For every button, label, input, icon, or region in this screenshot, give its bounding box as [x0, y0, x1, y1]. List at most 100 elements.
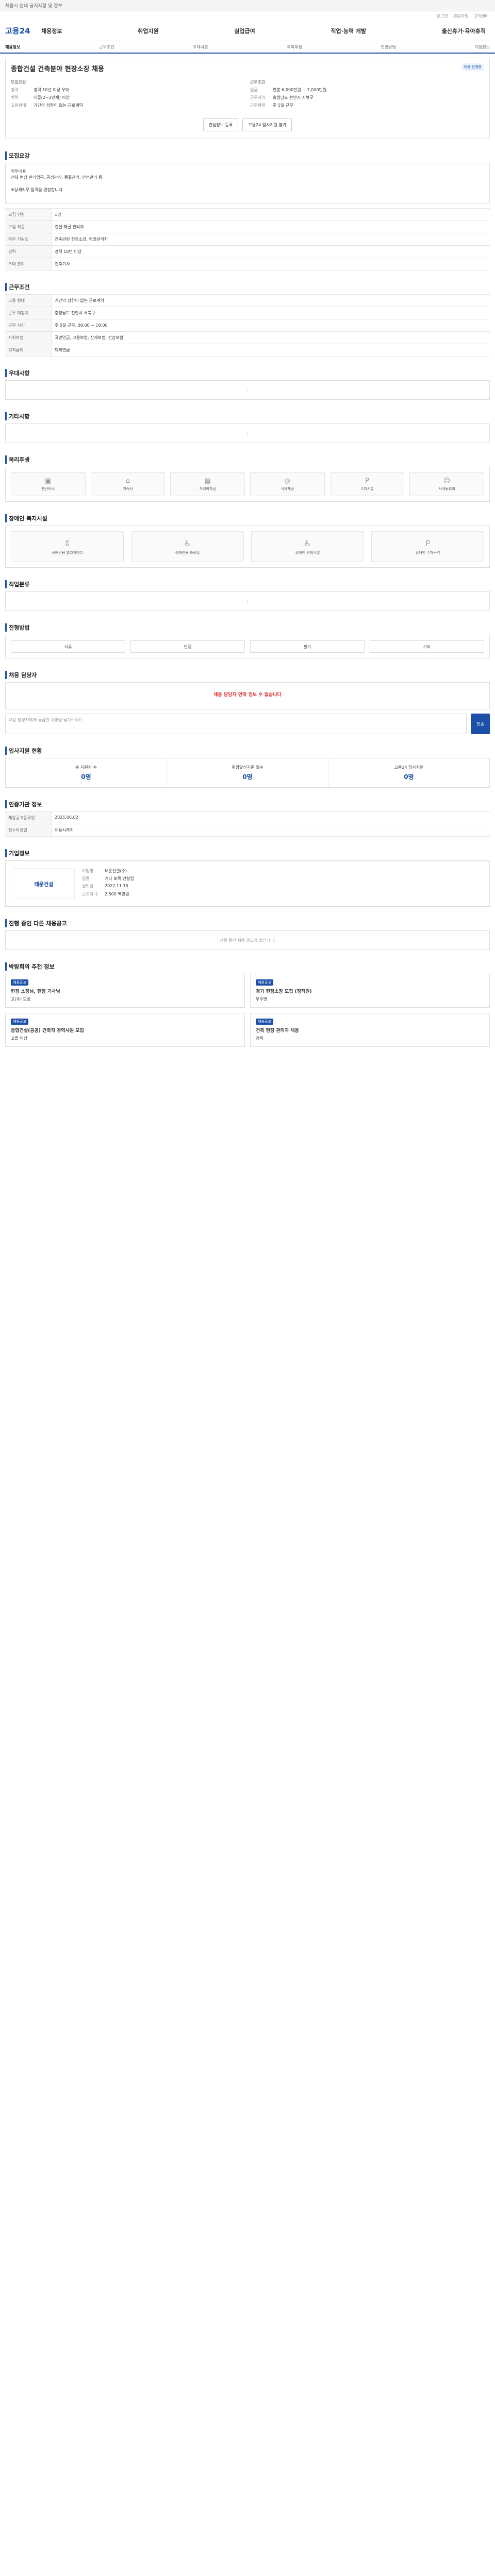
tab-pref[interactable]: 우대사항 — [193, 44, 208, 50]
company-box: 태운건설 기업명 태운건설(주) 업종 기타 토목 건설업 설립일 2022.11.1… — [5, 860, 490, 907]
section-pref-title: 우대사항 — [5, 369, 490, 377]
signup-link[interactable]: 회원가입 — [453, 13, 468, 19]
tile-label: 통근버스 — [41, 487, 55, 491]
global-nav: 고용24 채용정보 취업지원 실업급여 직업·능력 개발 출산휴가·육아휴직 — [0, 21, 495, 41]
bus-icon: ▣ — [45, 477, 52, 485]
scrap-button[interactable]: 관심정보 등록 — [203, 118, 239, 131]
rec-tag: 채용공고 — [256, 979, 273, 986]
utility-nav: 로그인 회원가입 고객센터 — [0, 11, 495, 21]
stat-item: 총 지원자 수 0명 — [6, 758, 167, 787]
help-link[interactable]: 고객센터 — [474, 13, 489, 19]
gnb-item-training[interactable]: 직업·능력 개발 — [331, 27, 366, 35]
disability-tile: ♿ 장애인용 화장실 — [131, 531, 244, 562]
section-welfare-title: 복리후생 — [5, 455, 490, 464]
how-tab: 필기 — [250, 640, 365, 653]
rec-tag: 채용공고 — [11, 1019, 28, 1025]
section-company-title: 기업정보 — [5, 849, 490, 857]
kv-key: 업종 — [82, 876, 90, 881]
row-th: 근무 시간 — [5, 319, 52, 331]
stat-label: 총 지원자 수 — [75, 765, 97, 770]
kv-key: 기업명 — [82, 869, 94, 873]
row-td: 1명 — [55, 212, 61, 217]
how-tab: 면접 — [130, 640, 245, 653]
etc-box: - — [5, 423, 490, 443]
login-link[interactable]: 로그인 — [437, 13, 448, 19]
recommend-card[interactable]: 채용공고 건축 현장 관리자 채용 경력 — [250, 1013, 490, 1047]
site-logo[interactable]: 고용24 — [5, 25, 41, 36]
row-th: 접수마감일 — [5, 824, 52, 836]
chat-send-button[interactable]: 전송 — [471, 714, 490, 734]
how-tab: 기타 — [370, 640, 484, 653]
parking-icon: P — [425, 538, 431, 548]
row-td: 경력 10년 이상 — [55, 249, 82, 254]
how-tabs: 서류 면접 필기 기타 — [5, 635, 490, 658]
row-th: 근무 예정지 — [5, 307, 52, 319]
tile-label: 기숙사 — [123, 487, 133, 491]
tab-how[interactable]: 전형방법 — [381, 44, 395, 50]
welfare-tiles: ▣ 통근버스 ⌂ 기숙사 ▤ 자녀학자금 ◍ 식사제공 P 주차시설 ☺ 사내동호회 — [5, 467, 490, 502]
section-other-title: 진행 중인 다른 채용공고 — [5, 919, 490, 927]
welfare-tile: ☺ 사내동호회 — [409, 472, 484, 496]
gnb-item-support[interactable]: 취업지원 — [138, 27, 158, 35]
stat-label: 취업알선기준 일수 — [232, 765, 263, 770]
kv-val: 경력 10년 이상 우대 — [34, 88, 70, 92]
recommend-card[interactable]: 채용공고종합건설(공공) 건축직 경력사원 모집고졸 이상 — [5, 1013, 245, 1047]
book-icon: ▤ — [204, 477, 211, 485]
stat-label: 고용24 입사지원 — [394, 765, 424, 770]
row-th: 고용 형태 — [5, 295, 52, 307]
job-title: 종합건설 건축분야 현장소장 채용 — [11, 65, 105, 73]
recommend-card[interactable]: 채용공고경기 현장소장 모집 (정직원) 무주명 — [250, 974, 490, 1008]
row-td: 충청남도 천안시 서북구 — [55, 311, 95, 315]
section-disability-title: 장애인 복지시설 — [5, 514, 490, 522]
rec-sub: 고졸 이상 — [11, 1036, 27, 1041]
row-th: 경력 — [5, 246, 52, 258]
kv-val: 주 5일 근무 — [273, 103, 293, 108]
stat-value: 0명 — [242, 773, 253, 781]
tab-work[interactable]: 근무조건 — [99, 44, 114, 50]
top-notice: 채용시 안내 공지사항 및 정보 — [5, 4, 62, 9]
section-major-title: 직업분류 — [5, 580, 490, 588]
section-how-title: 전형방법 — [5, 623, 490, 632]
row-td: 기간의 정함이 없는 근로계약 — [55, 298, 104, 303]
rec-title: 종합건설(공공) 건축직 경력사원 모집 — [11, 1028, 84, 1033]
kv-key: 근무지역 — [250, 95, 266, 100]
gnb-item-leave[interactable]: 출산휴가·육아휴직 — [442, 27, 486, 35]
work-table: 고용 형태 기간의 정함이 없는 근로계약 근무 예정지 충청남도 천안시 서북구 … — [5, 294, 490, 357]
row-th: 직무 키워드 — [5, 233, 52, 245]
kv-val: 연봉 6,000만원 ~ 7,000만원 — [273, 88, 327, 92]
job-summary: 채용 진행중 종합건설 건축분야 현장소장 채용 모집요강 경력 경력 10년 이… — [5, 58, 490, 139]
kv-val: 기타 토목 건설업 — [105, 876, 134, 881]
facility-icon: ♿ — [304, 538, 311, 548]
row-th: 퇴직급여 — [5, 344, 52, 356]
chat-input[interactable]: 채용 담당자에게 궁금한 사항을 남겨주세요. — [5, 714, 467, 734]
cert-table: 채용공고등록일 2025.06.02 접수마감일 채용시까지 — [5, 811, 490, 837]
disability-tile: ♿ 장애인 편의시설 — [251, 531, 364, 562]
company-logo: 태운건설 — [13, 868, 75, 899]
rec-sub: 무주명 — [256, 997, 268, 1002]
kv-key: 경력 — [11, 88, 19, 92]
rec-title: 경기 현장소장 모집 (정직원) — [256, 989, 312, 994]
row-td: 건설·채굴 관리자 — [55, 225, 84, 229]
kv-key: 고용형태 — [11, 103, 26, 108]
pref-box: - — [5, 380, 490, 400]
rec-title: 건축 현장 관리자 채용 — [256, 1028, 299, 1033]
row-td: 건축관련 현장소장, 현장관리자 — [55, 237, 108, 242]
stat-item: 고용24 입사지원 0명 — [328, 758, 489, 787]
recommend-card[interactable]: 채용공고 현장 소장님, 현장 기사님 고(주) 모집 — [5, 974, 245, 1008]
gnb-item-jobs[interactable]: 채용정보 — [41, 27, 62, 35]
welfare-tile: ▣ 통근버스 — [11, 472, 86, 496]
row-td: 건축기사 — [55, 262, 70, 266]
tab-recruit[interactable]: 채용정보 — [5, 44, 20, 50]
section-recommend-title: 박람회의 추천 정보 — [5, 962, 490, 971]
right-label: 근무조건 — [250, 80, 266, 84]
parking-icon: P — [365, 477, 369, 485]
row-th: 모집 인원 — [5, 209, 52, 221]
row-th: 모집 직종 — [5, 221, 52, 233]
tab-welfare[interactable]: 복리후생 — [287, 44, 302, 50]
tab-company[interactable]: 기업정보 — [475, 44, 490, 50]
chat-area: 채용 담당자에게 궁금한 사항을 남겨주세요. 전송 — [5, 714, 490, 734]
apply-button[interactable]: 고용24 입사지원 불가 — [242, 118, 292, 131]
gnb-item-benefit[interactable]: 실업급여 — [234, 27, 255, 35]
tile-label: 주차시설 — [360, 487, 374, 491]
disability-tile: P 장애인 주차구역 — [371, 531, 484, 562]
